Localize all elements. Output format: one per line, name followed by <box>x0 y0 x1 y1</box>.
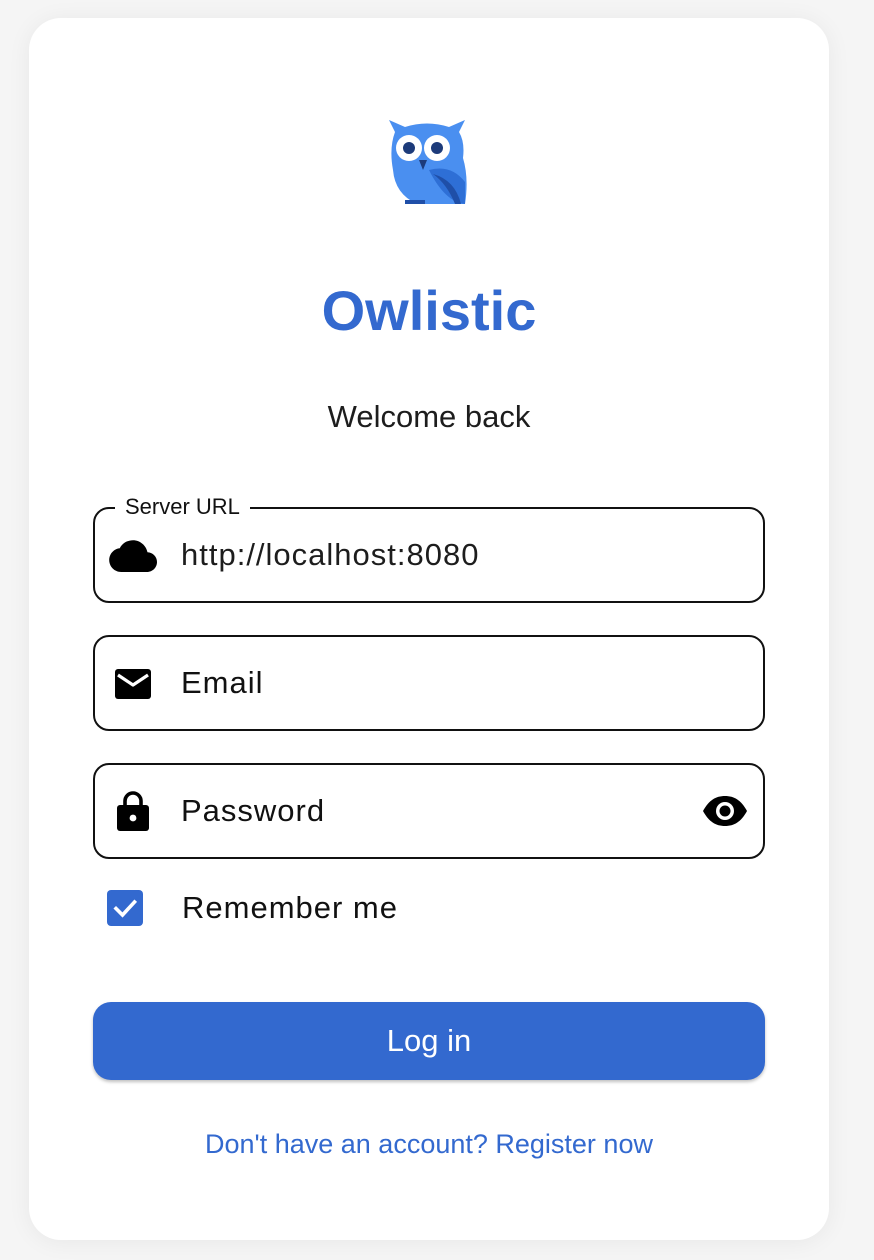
server-url-field[interactable]: Server URL <box>93 493 765 603</box>
password-field[interactable] <box>93 763 765 859</box>
server-url-label: Server URL <box>115 493 250 521</box>
eye-icon[interactable] <box>701 789 749 833</box>
checkmark-icon <box>113 899 138 918</box>
server-url-input[interactable] <box>181 533 683 577</box>
email-field[interactable] <box>93 635 765 731</box>
email-input[interactable] <box>181 661 683 705</box>
mail-icon <box>115 669 151 699</box>
register-link[interactable]: Don't have an account? Register now <box>29 1127 829 1161</box>
lock-icon <box>117 791 149 831</box>
remember-me-label: Remember me <box>182 890 398 925</box>
remember-me-checkbox[interactable] <box>107 890 143 926</box>
login-button[interactable]: Log in <box>93 1002 765 1080</box>
app-title: Owlistic <box>321 279 537 342</box>
login-card: Owlistic Welcome back Server URL http://… <box>29 18 829 1240</box>
owl-icon <box>389 120 467 204</box>
remember-me-row[interactable]: Remember me <box>107 888 398 928</box>
password-input[interactable] <box>181 789 683 833</box>
welcome-subtitle: Welcome back <box>327 399 531 434</box>
cloud-icon <box>109 540 157 572</box>
